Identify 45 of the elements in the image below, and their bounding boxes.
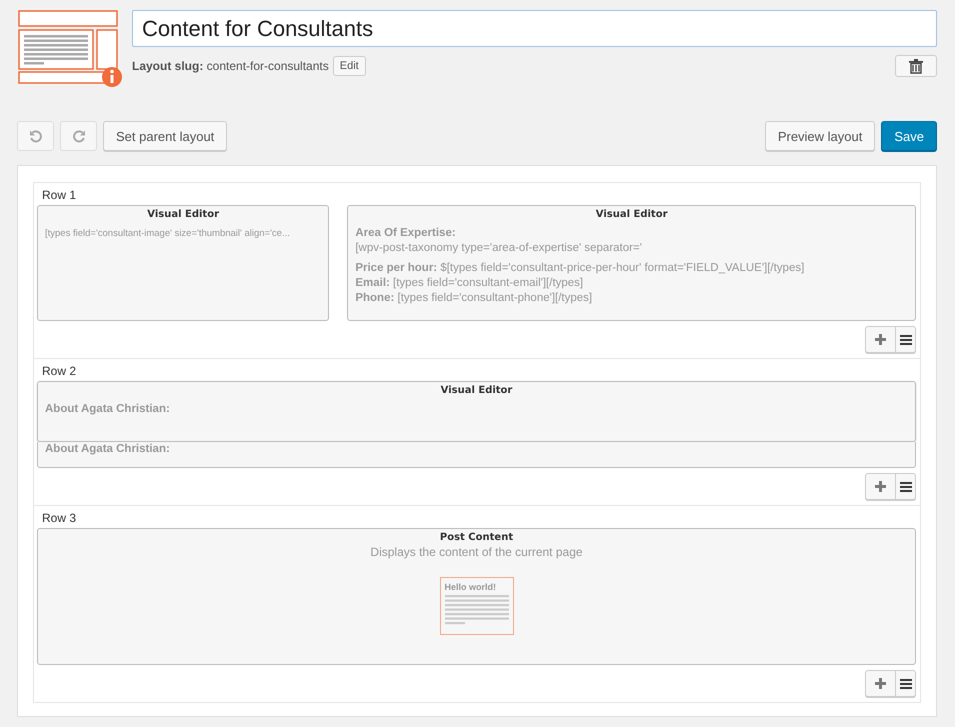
- row-label: Row 2: [42, 364, 78, 378]
- visual-editor-cell[interactable]: [347, 205, 916, 321]
- preview-title: Hello world!: [444, 582, 497, 592]
- cell-content-line: About Agata Christian:: [45, 442, 170, 457]
- redo-icon: [72, 129, 86, 143]
- layout-info-icon: [18, 10, 124, 88]
- plus-icon: [875, 678, 886, 689]
- set-parent-layout-button[interactable]: Set parent layout: [103, 121, 228, 151]
- cell-content-line: Email: [types field='consultant-email'][/types]: [355, 276, 584, 291]
- row-label: Row 1: [42, 188, 78, 202]
- cell-content-line: About Agata Christian:: [45, 402, 171, 417]
- cell-title: Visual Editor: [146, 209, 220, 220]
- visual-editor-cell[interactable]: Visual Editor [types field='consultant-image' size='thumbnail' align='ce...: [37, 205, 330, 321]
- cell-content-line: Area Of Expertise:: [355, 226, 457, 241]
- plus-icon: [875, 481, 886, 492]
- layout-slug-text: Layout slug: content-for-consultants: [132, 59, 329, 73]
- cell-description: Displays the content of the current page: [370, 545, 583, 559]
- menu-button[interactable]: [896, 326, 916, 353]
- post-content-cell[interactable]: Post Content Displays the content of the current page Hello world!: [37, 528, 916, 665]
- menu-icon: [900, 482, 912, 492]
- text-lines-icon: [444, 595, 508, 625]
- save-button[interactable]: Save: [881, 121, 937, 151]
- row-label: Row 3: [42, 511, 78, 525]
- layout-title-field[interactable]: Content for Consultants: [132, 10, 937, 47]
- add-row-button[interactable]: [865, 473, 896, 500]
- delete-button[interactable]: [895, 55, 937, 77]
- edit-slug-button[interactable]: Edit: [332, 56, 366, 76]
- menu-icon: [900, 334, 912, 344]
- preview-layout-button[interactable]: Preview layout: [764, 121, 876, 151]
- menu-button[interactable]: [896, 670, 916, 697]
- undo-icon: [28, 129, 42, 143]
- cell-content-line: [types field='consultant-image' size='thumbnail' align='ce...: [45, 227, 291, 241]
- dragged-editor-cell[interactable]: Visual Editor About Agata Christian:: [37, 381, 916, 442]
- cell-content-line: [wpv-post-taxonomy type='area-of-expertise' separator=': [355, 241, 643, 256]
- trash-icon: [909, 58, 923, 74]
- cell-content-line: Price per hour: $[types field='consultant-price-per-hour' format='FIELD_VALUE'][/types]: [355, 261, 806, 276]
- cell-content-line: Phone: [types field='consultant-phone'][/types]: [355, 291, 594, 306]
- menu-icon: [900, 678, 912, 688]
- plus-icon: [875, 334, 886, 345]
- add-row-button[interactable]: [865, 326, 896, 353]
- add-row-button[interactable]: [865, 670, 896, 697]
- cell-title: Visual Editor: [594, 209, 669, 220]
- cell-title: Visual Editor: [440, 385, 514, 396]
- cell-title: Post Content: [440, 532, 514, 543]
- menu-button[interactable]: [896, 473, 916, 500]
